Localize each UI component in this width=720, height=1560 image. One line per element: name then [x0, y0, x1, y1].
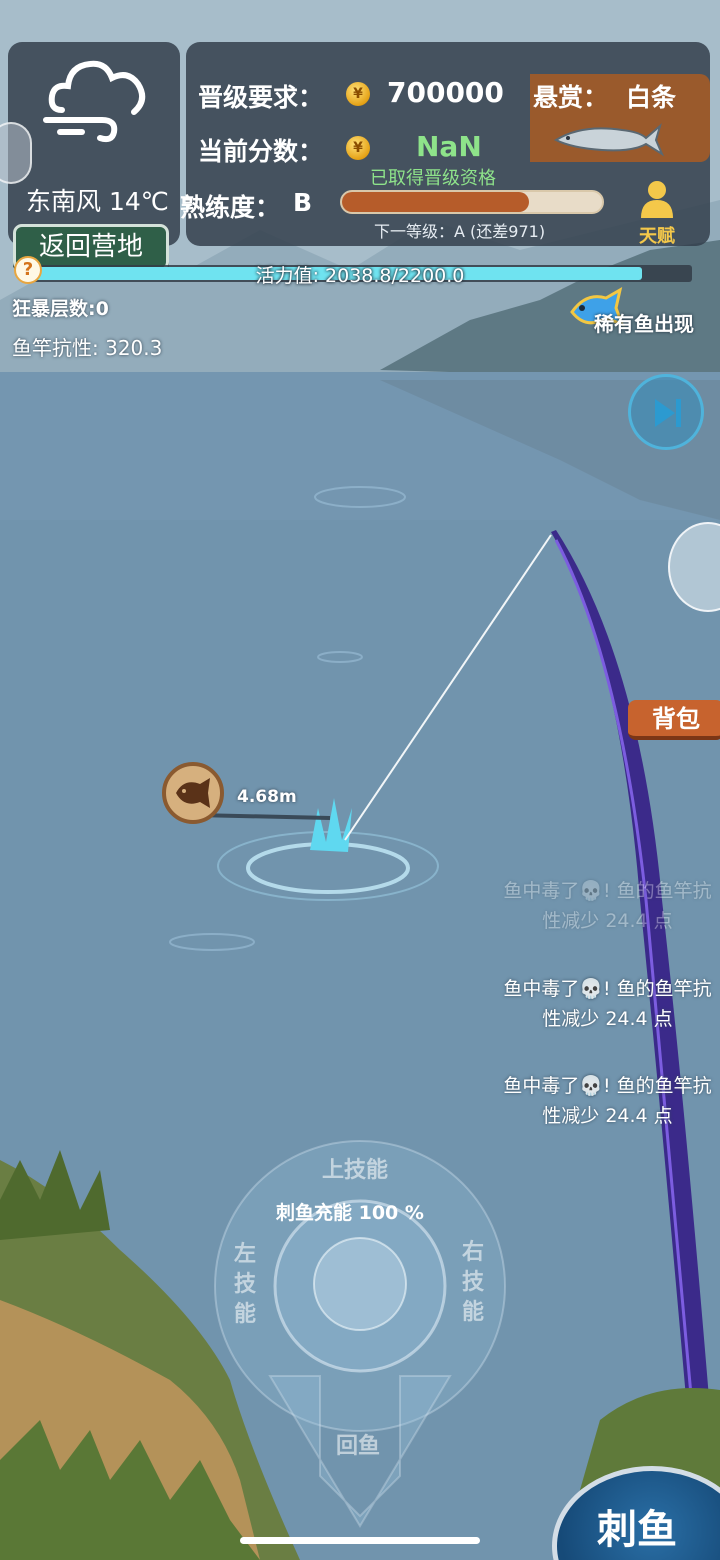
fish-icon	[176, 778, 210, 808]
right-skill-label[interactable]: 右 技 能	[462, 1238, 484, 1328]
fish-distance: 4.68m	[237, 787, 297, 807]
left-skill-label[interactable]: 左 技 能	[234, 1240, 256, 1330]
talent-button[interactable]: 天赋	[630, 178, 684, 247]
current-score-value: NaN	[416, 130, 482, 163]
log-line: 鱼中毒了💀! 鱼的鱼竿抗	[503, 978, 712, 1000]
coin-icon: ¥	[346, 136, 370, 160]
rare-fish-label: 稀有鱼出现	[594, 312, 694, 336]
log-line: 鱼中毒了💀! 鱼的鱼竿抗	[503, 880, 712, 902]
coin-icon: ¥	[346, 82, 370, 106]
log-line: 鱼中毒了💀! 鱼的鱼竿抗	[503, 1075, 712, 1097]
log-line: 性减少 24.4 点	[542, 1008, 673, 1030]
weather-panel: 东南风 14℃ 返回营地	[8, 42, 180, 271]
up-skill-label[interactable]: 上技能	[322, 1152, 388, 1184]
upgrade-requirement-label: 晋级要求：	[198, 83, 324, 112]
energy-bar: 活力值: 2038.8/2200.0	[28, 265, 692, 287]
left-skill-char: 技	[234, 1272, 257, 1297]
reel-label[interactable]: 回鱼	[336, 1428, 380, 1460]
wind-temperature: 东南风 14℃	[26, 187, 169, 216]
log-line: 性减少 24.4 点	[542, 1105, 673, 1127]
qualified-status: 已取得晋级资格	[370, 168, 496, 189]
next-level-text: 下一等级：A (还差971)	[374, 222, 546, 241]
left-skill-char: 左	[234, 1242, 257, 1267]
rare-fish-indicator: 稀有鱼出现	[566, 286, 716, 336]
person-icon	[641, 181, 673, 218]
help-icon[interactable]: ?	[14, 256, 42, 284]
charge-status: 刺鱼充能 100 %	[276, 1202, 424, 1224]
bounty-fish-icon	[553, 123, 664, 157]
upgrade-requirement-value: 700000	[387, 76, 504, 109]
log-entry: 鱼中毒了💀! 鱼的鱼竿抗 性减少 24.4 点	[495, 1071, 720, 1131]
hooked-fish-marker	[162, 762, 224, 824]
log-line: 性减少 24.4 点	[542, 910, 673, 932]
bounty-label: 悬赏：	[533, 83, 609, 112]
left-skill-char: 能	[234, 1302, 257, 1327]
rod-resistance: 鱼竿抗性: 320.3	[12, 336, 163, 360]
log-entry: 鱼中毒了💀! 鱼的鱼竿抗 性减少 24.4 点	[495, 974, 720, 1034]
bounty-value: 白条	[626, 83, 677, 112]
log-entry: 鱼中毒了💀! 鱼的鱼竿抗 性减少 24.4 点	[495, 876, 720, 936]
side-toggle-button[interactable]	[0, 122, 32, 184]
windy-cloud-icon	[43, 60, 146, 143]
proficiency-bar	[340, 190, 604, 214]
skip-forward-icon	[655, 399, 681, 427]
right-skill-char: 右	[462, 1240, 485, 1265]
strike-label: 刺鱼	[597, 1507, 677, 1553]
energy-value: 活力值: 2038.8/2200.0	[255, 265, 465, 287]
proficiency-bar-fill	[342, 192, 530, 212]
right-skill-char: 技	[462, 1270, 485, 1295]
proficiency-grade: B	[293, 188, 313, 217]
current-score-label: 当前分数：	[198, 137, 324, 166]
home-indicator	[240, 1537, 480, 1544]
talent-label: 天赋	[639, 226, 675, 247]
skip-button[interactable]	[628, 374, 704, 450]
proficiency-label: 熟练度：	[180, 193, 281, 222]
rage-stacks: 狂暴层数:0	[12, 298, 109, 320]
bag-button[interactable]: 背包	[628, 700, 720, 740]
control-joystick[interactable]	[210, 1136, 510, 1536]
right-skill-char: 能	[462, 1300, 485, 1325]
